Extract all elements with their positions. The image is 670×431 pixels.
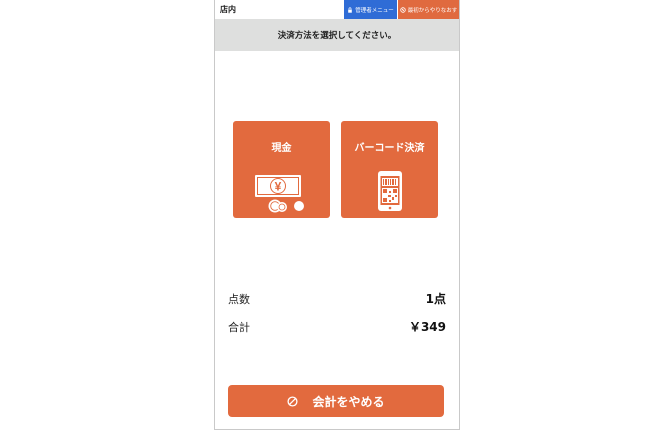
svg-text:¥: ¥ <box>275 180 282 194</box>
prohibited-icon <box>400 6 406 13</box>
restart-button[interactable]: 最初からやりなおす <box>398 0 459 19</box>
cash-icon: ¥ <box>255 175 304 213</box>
lock-icon <box>348 6 353 13</box>
barcode-payment-button[interactable]: バーコード決済 <box>341 121 438 218</box>
restart-label: 最初からやりなおす <box>407 7 458 14</box>
instruction-header: 決済方法を選択してください。 <box>215 19 459 51</box>
total-value: ￥349 <box>408 320 446 334</box>
barcode-phone-icon <box>378 171 402 211</box>
admin-menu-label: 管理者メニュー <box>355 7 394 14</box>
kiosk-screen: 店内 管理者メニュー 最初からやりなおす 決済方法を選択してください。 現金 ¥… <box>214 0 460 430</box>
instruction-text: 決済方法を選択してください。 <box>277 31 397 41</box>
cancel-checkout-button[interactable]: 会計をやめる <box>228 385 444 417</box>
store-label: 店内 <box>220 5 236 14</box>
total-row: 合計 ￥349 <box>228 318 446 335</box>
cancel-label: 会計をやめる <box>312 394 385 409</box>
item-count-row: 点数 1点 <box>228 290 446 307</box>
top-bar: 店内 管理者メニュー 最初からやりなおす <box>215 0 459 19</box>
total-label: 合計 <box>228 320 250 334</box>
count-label: 点数 <box>228 292 250 306</box>
prohibited-icon <box>287 395 299 407</box>
barcode-label: バーコード決済 <box>354 143 425 154</box>
admin-menu-button[interactable]: 管理者メニュー <box>344 0 397 19</box>
cash-label: 現金 <box>271 143 292 154</box>
cash-payment-button[interactable]: 現金 ¥ <box>233 121 330 218</box>
count-value: 1点 <box>425 292 446 306</box>
